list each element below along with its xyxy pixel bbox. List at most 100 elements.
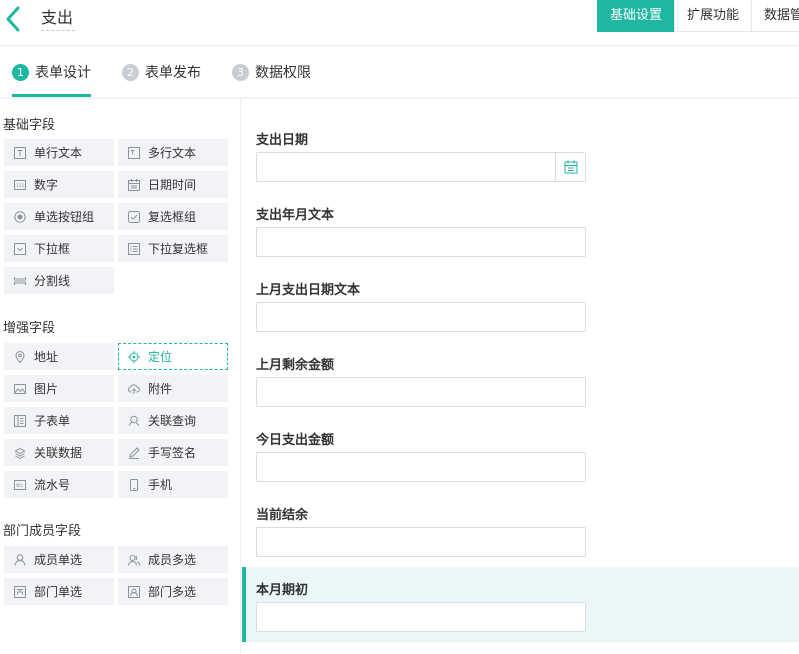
field-dropdown-multi[interactable]: 下拉复选框 bbox=[118, 235, 228, 262]
number-input[interactable] bbox=[256, 602, 586, 632]
group-title-advanced: 增强字段 bbox=[3, 321, 56, 336]
step-label: 数据权限 bbox=[255, 65, 311, 81]
department-icon bbox=[14, 585, 26, 598]
serial-number-icon: NO. bbox=[14, 479, 26, 490]
field-label: 定位 bbox=[148, 350, 173, 364]
field-label: 单行文本 bbox=[34, 146, 83, 160]
field-department-single[interactable]: 部门单选 bbox=[4, 578, 114, 605]
field-label: 手写签名 bbox=[148, 446, 197, 460]
users-icon bbox=[128, 554, 140, 566]
field-label: 下拉复选框 bbox=[148, 242, 209, 256]
field-department-multi[interactable]: 部门多选 bbox=[118, 578, 228, 605]
field-label: 分割线 bbox=[34, 274, 71, 288]
step-form-design[interactable]: 1 表单设计 bbox=[12, 47, 91, 97]
pen-icon bbox=[129, 446, 140, 459]
radio-icon bbox=[14, 210, 26, 223]
field-multi-line-text[interactable]: 多行文本 bbox=[118, 139, 228, 166]
step-label: 表单发布 bbox=[145, 65, 201, 81]
svg-text:123: 123 bbox=[16, 183, 24, 188]
field-label: 流水号 bbox=[34, 478, 71, 492]
field-label: 部门多选 bbox=[148, 585, 197, 599]
form-title[interactable]: 支出 bbox=[41, 7, 76, 31]
tab-extensions[interactable]: 扩展功能 bbox=[673, 0, 751, 32]
field-label: 成员多选 bbox=[148, 553, 197, 567]
text-field-icon bbox=[14, 146, 26, 159]
field-label: 部门单选 bbox=[34, 585, 83, 599]
image-icon bbox=[14, 383, 26, 394]
form-field-today-expense[interactable]: 今日支出金额 bbox=[242, 399, 799, 482]
group-title-member: 部门成员字段 bbox=[3, 524, 82, 539]
step-number: 2 bbox=[122, 63, 139, 81]
top-tabs: 基础设置 扩展功能 数据管 bbox=[596, 0, 799, 32]
field-datetime[interactable]: 日期时间 bbox=[118, 171, 228, 198]
form-field-last-month-balance[interactable]: 上月剩余金额 bbox=[242, 324, 799, 407]
field-label: 单选按钮组 bbox=[34, 210, 95, 224]
subform-icon bbox=[14, 414, 26, 427]
back-arrow-icon[interactable] bbox=[3, 5, 25, 33]
tab-basic-settings[interactable]: 基础设置 bbox=[596, 0, 674, 32]
field-linked-data[interactable]: 关联数据 bbox=[4, 439, 114, 466]
field-label: 多行文本 bbox=[148, 146, 197, 160]
field-label: 地址 bbox=[34, 350, 59, 364]
form-field-last-month-date-text[interactable]: 上月支出日期文本 bbox=[242, 249, 799, 332]
form-field-current-balance[interactable]: 当前结余 bbox=[242, 474, 799, 557]
field-divider[interactable]: 分割线 bbox=[4, 267, 114, 294]
field-label: 手机 bbox=[148, 478, 173, 492]
field-title: 本月期初 bbox=[256, 583, 309, 598]
textarea-icon bbox=[128, 146, 140, 159]
field-label: 日期时间 bbox=[148, 178, 197, 192]
top-bar: 支出 基础设置 扩展功能 数据管 bbox=[0, 0, 799, 46]
field-palette: 基础字段 单行文本 多行文本 123 数字 日期时间 单选按钮组 复选框组 下拉… bbox=[0, 99, 241, 654]
field-member-multi[interactable]: 成员多选 bbox=[118, 546, 228, 573]
number-icon: 123 bbox=[14, 179, 26, 190]
form-field-expense-month-text[interactable]: 支出年月文本 bbox=[242, 174, 799, 257]
cloud-upload-icon bbox=[128, 383, 140, 394]
field-mobile[interactable]: 手机 bbox=[118, 471, 228, 498]
field-address[interactable]: 地址 bbox=[4, 343, 114, 370]
field-label: 附件 bbox=[148, 382, 173, 396]
field-subform[interactable]: 子表单 bbox=[4, 407, 114, 434]
checkbox-icon bbox=[128, 210, 140, 223]
linked-data-icon bbox=[14, 447, 26, 459]
field-attachment[interactable]: 附件 bbox=[118, 375, 228, 402]
field-radio-group[interactable]: 单选按钮组 bbox=[4, 203, 114, 230]
form-field-expense-date[interactable]: 支出日期 bbox=[242, 99, 799, 182]
field-label: 下拉框 bbox=[34, 242, 71, 256]
field-label: 图片 bbox=[34, 382, 59, 396]
field-member-single[interactable]: 成员单选 bbox=[4, 546, 114, 573]
group-title-basic: 基础字段 bbox=[3, 118, 56, 133]
step-number: 1 bbox=[12, 63, 29, 81]
field-signature[interactable]: 手写签名 bbox=[118, 439, 228, 466]
dropdown-icon bbox=[14, 242, 26, 255]
step-label: 表单设计 bbox=[35, 65, 91, 81]
field-number[interactable]: 123 数字 bbox=[4, 171, 114, 198]
field-label: 成员单选 bbox=[34, 553, 83, 567]
calendar-icon bbox=[128, 178, 140, 191]
field-label: 关联查询 bbox=[148, 414, 197, 428]
field-linked-query[interactable]: 关联查询 bbox=[118, 407, 228, 434]
link-search-icon bbox=[128, 415, 140, 426]
field-single-line-text[interactable]: 单行文本 bbox=[4, 139, 114, 166]
field-label: 关联数据 bbox=[34, 446, 83, 460]
field-location[interactable]: 定位 bbox=[118, 343, 228, 370]
tab-data-management[interactable]: 数据管 bbox=[751, 0, 799, 32]
step-form-publish[interactable]: 2 表单发布 bbox=[122, 47, 201, 97]
map-pin-icon bbox=[15, 350, 25, 363]
step-number: 3 bbox=[232, 63, 249, 81]
divider-icon bbox=[14, 276, 26, 285]
field-checkbox-group[interactable]: 复选框组 bbox=[118, 203, 228, 230]
field-serial-number[interactable]: NO. 流水号 bbox=[4, 471, 114, 498]
field-label: 复选框组 bbox=[148, 210, 197, 224]
field-dropdown[interactable]: 下拉框 bbox=[4, 235, 114, 262]
field-label: 子表单 bbox=[34, 414, 71, 428]
field-label: 数字 bbox=[34, 178, 59, 192]
step-data-permissions[interactable]: 3 数据权限 bbox=[232, 47, 311, 97]
field-title: 今日支出金额 bbox=[256, 433, 335, 448]
phone-icon bbox=[130, 478, 138, 491]
crosshair-icon bbox=[128, 350, 140, 363]
form-field-month-opening[interactable]: 本月期初 bbox=[242, 567, 799, 642]
field-image[interactable]: 图片 bbox=[4, 375, 114, 402]
department-multi-icon bbox=[128, 585, 140, 598]
number-input[interactable] bbox=[256, 527, 586, 557]
field-title: 当前结余 bbox=[256, 508, 309, 523]
